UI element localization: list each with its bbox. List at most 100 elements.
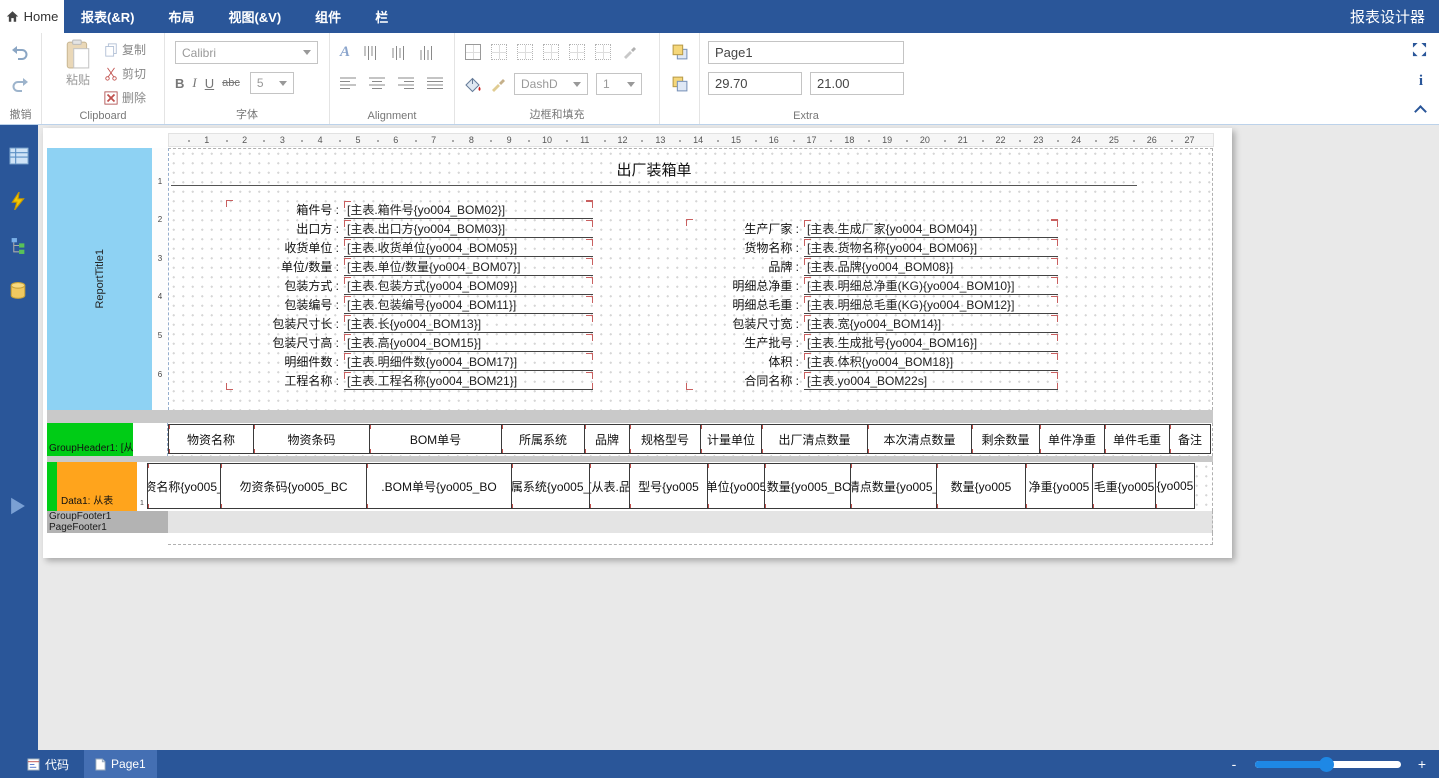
strikethrough-button[interactable]: abc bbox=[222, 77, 240, 89]
field-label[interactable]: 明细总净重 : bbox=[686, 277, 804, 294]
fill-bucket-icon[interactable] bbox=[463, 76, 482, 93]
field-expression[interactable]: [主表.高{yo004_BOM15}] bbox=[344, 333, 593, 352]
align-justify-icon[interactable] bbox=[427, 77, 443, 90]
redo-button[interactable] bbox=[11, 75, 31, 95]
table-header-cell[interactable]: 出厂清点数量 bbox=[761, 424, 868, 454]
field-expression[interactable]: [主表.长{yo004_BOM13}] bbox=[344, 314, 593, 333]
fill-brush-icon[interactable] bbox=[490, 76, 506, 92]
table-data-cell[interactable]: 单位{yo005 bbox=[707, 463, 765, 509]
bold-button[interactable]: B bbox=[175, 76, 184, 91]
italic-button[interactable]: I bbox=[192, 75, 196, 91]
table-header-cell[interactable]: 剩余数量 bbox=[971, 424, 1040, 454]
bring-to-front-button[interactable] bbox=[671, 43, 689, 61]
field-label[interactable]: 明细总毛重 : bbox=[686, 296, 804, 313]
field-label[interactable]: 包装尺寸高 : bbox=[226, 334, 344, 351]
field-expression[interactable]: [主表.箱件号{yo004_BOM02}] bbox=[344, 200, 593, 219]
table-header-cell[interactable]: 计量单位 bbox=[700, 424, 762, 454]
send-to-back-button[interactable] bbox=[671, 75, 689, 93]
field-label[interactable]: 箱件号 : bbox=[226, 201, 344, 218]
border-left-icon[interactable] bbox=[517, 44, 533, 60]
field-expression[interactable]: [主表.工程名称{yo004_BOM21}] bbox=[344, 371, 593, 390]
field-expression[interactable]: [主表.生成批号{yo004_BOM16}] bbox=[804, 333, 1058, 352]
data-band-label[interactable]: Data1: 从表 bbox=[57, 462, 137, 511]
zoom-slider[interactable] bbox=[1255, 761, 1401, 768]
font-color-button[interactable]: A bbox=[340, 44, 350, 61]
group-header-band-label[interactable]: GroupHeader1: [从表. bbox=[47, 423, 133, 456]
menu-item[interactable]: 报表(&R) bbox=[64, 0, 151, 33]
fullscreen-icon[interactable] bbox=[1412, 42, 1427, 57]
report-title-band-label[interactable]: ReportTitle1 bbox=[47, 148, 152, 410]
border-right-icon[interactable] bbox=[543, 44, 559, 60]
paste-button[interactable]: 粘贴 bbox=[58, 39, 98, 101]
font-family-select[interactable]: Calibri bbox=[175, 41, 318, 64]
field-expression[interactable]: [主表.明细总净重(KG){yo004_BOM10}] bbox=[804, 276, 1058, 295]
table-header-cell[interactable]: 规格型号 bbox=[629, 424, 701, 454]
report-structure-button[interactable] bbox=[9, 146, 29, 166]
data-band-canvas[interactable]: 资名称{yo005_勿资条码{yo005_BC.BOM单号{yo005_BO属系… bbox=[147, 462, 1213, 511]
table-header-cell[interactable]: 备注 bbox=[1169, 424, 1211, 454]
table-header-cell[interactable]: 所属系统 bbox=[501, 424, 585, 454]
table-header-cell[interactable]: 品牌 bbox=[584, 424, 630, 454]
cut-button[interactable]: 剪切 bbox=[104, 65, 146, 82]
data-source-button[interactable] bbox=[9, 282, 29, 302]
field-expression[interactable]: [主表.包装方式{yo004_BOM09}] bbox=[344, 276, 593, 295]
field-label[interactable]: 货物名称 : bbox=[686, 239, 804, 256]
align-middle-icon[interactable] bbox=[391, 46, 406, 60]
code-tab[interactable]: 代码 bbox=[16, 750, 80, 778]
field-label[interactable]: 包装方式 : bbox=[226, 277, 344, 294]
zoom-out-button[interactable]: - bbox=[1227, 756, 1241, 772]
table-header-cell[interactable]: 单件净重 bbox=[1039, 424, 1105, 454]
field-expression[interactable]: [主表.明细件数{yo004_BOM17}] bbox=[344, 352, 593, 371]
align-left-icon[interactable] bbox=[340, 77, 356, 90]
table-data-cell[interactable]: 型号{yo005 bbox=[629, 463, 708, 509]
zoom-in-button[interactable]: + bbox=[1415, 756, 1429, 772]
field-label[interactable]: 体积 : bbox=[686, 353, 804, 370]
table-data-cell[interactable]: 净重{yo005 bbox=[1025, 463, 1093, 509]
field-label[interactable]: 单位/数量 : bbox=[226, 258, 344, 275]
align-bottom-icon[interactable] bbox=[419, 46, 434, 60]
report-title-canvas[interactable]: 出厂装箱单 箱件号 : [主表.箱件号{yo004_BOM02}] 出口方 : … bbox=[168, 148, 1213, 410]
report-title-text[interactable]: 出厂装箱单 bbox=[171, 159, 1137, 186]
align-center-icon[interactable] bbox=[369, 77, 385, 90]
delete-button[interactable]: 删除 bbox=[104, 89, 146, 106]
zoom-slider-thumb[interactable] bbox=[1319, 757, 1334, 772]
field-label[interactable]: 包装尺寸长 : bbox=[226, 315, 344, 332]
menu-item[interactable]: 栏 bbox=[358, 0, 405, 33]
page-width-input[interactable] bbox=[708, 72, 802, 95]
field-label[interactable]: 生产厂家 : bbox=[686, 220, 804, 237]
table-data-cell[interactable]: .数量{yo005_BO bbox=[764, 463, 851, 509]
page-name-input[interactable] bbox=[708, 41, 904, 64]
field-expression[interactable]: [主表.包装编号{yo004_BOM11}] bbox=[344, 295, 593, 314]
menu-item[interactable]: 组件 bbox=[298, 0, 358, 33]
field-label[interactable]: 品牌 : bbox=[686, 258, 804, 275]
group-header-canvas[interactable]: 物资名称物资条码BOM单号所属系统品牌规格型号计量单位出厂清点数量本次清点数量剩… bbox=[168, 423, 1213, 456]
page-height-input[interactable] bbox=[810, 72, 904, 95]
footer-canvas[interactable] bbox=[168, 511, 1213, 533]
field-label[interactable]: 包装尺寸宽 : bbox=[686, 315, 804, 332]
tab-home[interactable]: Home bbox=[0, 0, 64, 33]
field-expression[interactable]: [主表.明细总毛重(KG){yo004_BOM12}] bbox=[804, 295, 1058, 314]
info-icon[interactable]: i bbox=[1419, 73, 1423, 90]
table-data-cell[interactable]: 数量{yo005 bbox=[936, 463, 1026, 509]
border-top-icon[interactable] bbox=[569, 44, 585, 60]
dash-style-select[interactable]: DashD bbox=[514, 73, 588, 95]
table-data-cell[interactable]: 资名称{yo005_ bbox=[147, 463, 221, 509]
events-button[interactable] bbox=[9, 192, 29, 212]
field-expression[interactable]: [主表.yo004_BOM22s] bbox=[804, 371, 1058, 390]
border-none-icon[interactable] bbox=[491, 44, 507, 60]
hierarchy-button[interactable] bbox=[9, 237, 29, 257]
field-label[interactable]: 出口方 : bbox=[226, 220, 344, 237]
table-data-cell[interactable]: 属系统{yo005_ bbox=[511, 463, 590, 509]
border-color-pen-icon[interactable] bbox=[621, 44, 637, 60]
font-size-select[interactable]: 5 bbox=[250, 72, 294, 94]
field-expression[interactable]: [主表.收货单位{yo004_BOM05}] bbox=[344, 238, 593, 257]
field-expression[interactable]: [主表.单位/数量{yo004_BOM07}] bbox=[344, 257, 593, 276]
field-label[interactable]: 合同名称 : bbox=[686, 372, 804, 389]
border-bottom-icon[interactable] bbox=[595, 44, 611, 60]
undo-button[interactable] bbox=[11, 43, 31, 63]
field-label[interactable]: 生产批号 : bbox=[686, 334, 804, 351]
table-header-cell[interactable]: BOM单号 bbox=[369, 424, 502, 454]
table-data-cell[interactable]: 毛重{yo005 bbox=[1092, 463, 1156, 509]
field-expression[interactable]: [主表.生成厂家{yo004_BOM04}] bbox=[804, 219, 1058, 238]
border-outline-icon[interactable] bbox=[465, 44, 481, 60]
